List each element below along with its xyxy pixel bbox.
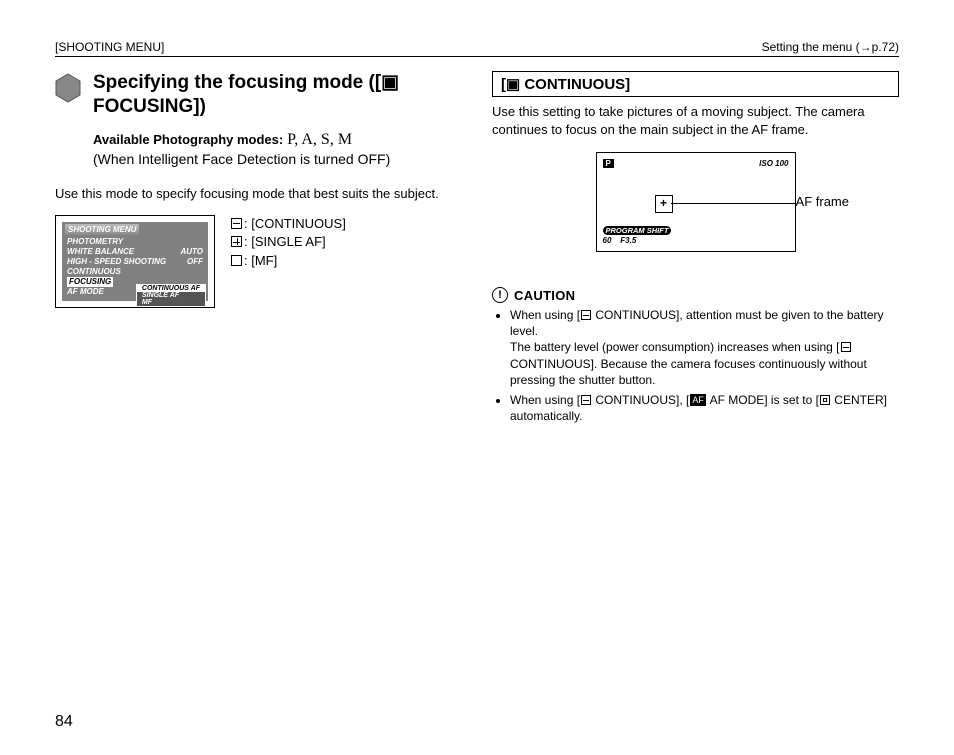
- iso-label: ISO 100: [759, 159, 788, 168]
- menu-screen: SHOOTING MENU PHOTOMETRY WHITE BALANCEAU…: [62, 222, 208, 301]
- page-number: 84: [55, 713, 73, 731]
- submenu-item: MF: [137, 299, 205, 306]
- caution-item: When using [ CONTINUOUS], [AF AF MODE] i…: [510, 392, 899, 424]
- program-shift-label: PROGRAM SHIFT: [603, 226, 672, 235]
- modes-label: Available Photography modes:: [93, 132, 283, 147]
- caution-list: When using [ CONTINUOUS], attention must…: [510, 307, 899, 424]
- available-modes: Available Photography modes: P, A, S, M …: [93, 129, 462, 169]
- modes-letters: P, A, S, M: [287, 131, 352, 148]
- menu-item: PHOTOMETRY: [65, 237, 205, 247]
- continuous-icon: [841, 342, 851, 352]
- intro-text: Use this mode to specify focusing mode t…: [55, 185, 462, 203]
- menu-title: SHOOTING MENU: [65, 224, 139, 235]
- mode-badge: P: [603, 159, 614, 168]
- submenu-item: SINGLE AF: [137, 292, 205, 299]
- menu-figure-row: SHOOTING MENU PHOTOMETRY WHITE BALANCEAU…: [55, 215, 462, 308]
- caution-item: When using [ CONTINUOUS], attention must…: [510, 307, 899, 388]
- shutter-value: 60: [603, 236, 612, 245]
- single-af-icon: [231, 236, 242, 247]
- aperture-value: F3.5: [620, 236, 636, 245]
- continuous-heading: [▣ CONTINUOUS]: [492, 71, 899, 97]
- header-left: [SHOOTING MENU]: [55, 40, 164, 54]
- hexagon-icon: [55, 73, 81, 103]
- af-icon: AF: [690, 394, 706, 406]
- menu-item: HIGH - SPEED SHOOTINGOFF: [65, 257, 205, 267]
- modes-note: (When Intelligent Face Detection is turn…: [93, 151, 390, 167]
- callout-line: [671, 203, 796, 204]
- continuous-icon: [581, 395, 591, 405]
- section-title-row: Specifying the focusing mode ([▣ FOCUSIN…: [55, 71, 462, 119]
- mode-legend: : [CONTINUOUS] : [SINGLE AF] : [MF]: [231, 215, 346, 308]
- continuous-icon: [231, 218, 242, 229]
- mf-icon: [231, 255, 242, 266]
- caution-heading: ! CAUTION: [492, 287, 899, 303]
- center-icon: [820, 395, 830, 405]
- af-target-icon: +: [655, 195, 673, 213]
- menu-item: CONTINUOUS: [65, 267, 205, 277]
- columns: Specifying the focusing mode ([▣ FOCUSIN…: [55, 71, 899, 428]
- continuous-icon: [581, 310, 591, 320]
- page-header: [SHOOTING MENU] Setting the menu (→p.72): [55, 40, 899, 57]
- menu-item: WHITE BALANCEAUTO: [65, 247, 205, 257]
- manual-page: [SHOOTING MENU] Setting the menu (→p.72)…: [0, 0, 954, 755]
- shooting-menu-figure: SHOOTING MENU PHOTOMETRY WHITE BALANCEAU…: [55, 215, 215, 308]
- caution-label: CAUTION: [514, 288, 575, 303]
- header-right: Setting the menu (→p.72): [762, 40, 899, 54]
- af-frame-figure: P ISO 100 + PROGRAM SHIFT 60 F3.5: [596, 152, 796, 252]
- left-column: Specifying the focusing mode ([▣ FOCUSIN…: [55, 71, 462, 428]
- submenu: CONTINUOUS AF SINGLE AF MF: [136, 284, 206, 307]
- submenu-item-selected: CONTINUOUS AF: [137, 285, 205, 292]
- continuous-body: Use this setting to take pictures of a m…: [492, 103, 899, 138]
- caution-icon: !: [492, 287, 508, 303]
- section-title: Specifying the focusing mode ([▣ FOCUSIN…: [93, 71, 462, 119]
- right-column: [▣ CONTINUOUS] Use this setting to take …: [492, 71, 899, 428]
